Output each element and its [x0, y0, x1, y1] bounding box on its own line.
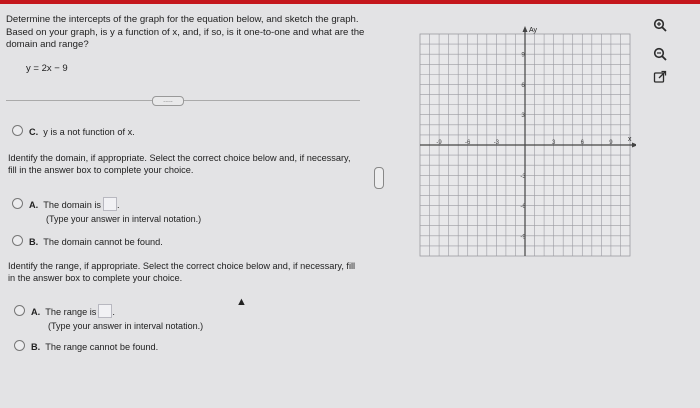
choice-c-letter: C.	[29, 127, 39, 137]
zoom-in-icon[interactable]	[653, 18, 667, 32]
range-option-b[interactable]: B. The range cannot be found.	[14, 340, 158, 352]
range-answer-box[interactable]	[98, 304, 113, 318]
range-hint: (Type your answer in interval notation.)	[48, 321, 204, 331]
domain-instruction: Identify the domain, if appropriate. Sel…	[8, 153, 351, 175]
domain-answer-box[interactable]	[103, 197, 118, 211]
y-tick-label: -9	[520, 234, 526, 240]
range-b-letter: B.	[31, 342, 41, 352]
panel-resize-handle[interactable]	[374, 167, 384, 189]
mouse-cursor-icon: ▲	[236, 296, 247, 308]
domain-option-a[interactable]: A. The domain is.	[12, 197, 120, 211]
domain-b-letter: B.	[29, 237, 39, 247]
x-axis-label: x	[628, 136, 632, 143]
y-tick-label: -6	[520, 204, 526, 210]
range-a-text: The range is	[45, 307, 97, 317]
question-text: Determine the intercepts of the graph fo…	[6, 14, 365, 50]
expand-button[interactable]: .....	[152, 96, 184, 106]
domain-hint: (Type your answer in interval notation.)	[46, 214, 202, 224]
domain-a-letter: A.	[29, 200, 39, 210]
radio-range-b[interactable]	[14, 340, 25, 351]
question-page: Determine the intercepts of the graph fo…	[0, 4, 700, 408]
external-link-icon[interactable]	[653, 70, 667, 84]
question-panel: Determine the intercepts of the graph fo…	[6, 14, 366, 52]
domain-b-text: The domain cannot be found.	[43, 237, 163, 247]
domain-a-text: The domain is	[43, 200, 102, 210]
choice-c[interactable]: C. y is a not function of x.	[12, 125, 135, 137]
x-tick-label: -3	[494, 140, 500, 146]
coordinate-grid[interactable]: Ayx963-3-6-9-9 -6 -3 3 6 9	[414, 26, 636, 262]
radio-c[interactable]	[12, 125, 23, 136]
choice-c-text: y is a not function of x.	[43, 127, 135, 137]
range-instruction: Identify the range, if appropriate. Sele…	[8, 261, 356, 283]
x-tick-label: -6	[465, 140, 471, 146]
range-b-text: The range cannot be found.	[45, 342, 159, 352]
x-tick-label: -9	[436, 140, 442, 146]
radio-domain-a[interactable]	[12, 198, 23, 209]
range-option-a[interactable]: A. The range is.	[14, 304, 115, 318]
zoom-out-icon[interactable]	[653, 47, 667, 61]
y-axis-label: Ay	[529, 27, 538, 34]
range-a-letter: A.	[31, 307, 41, 317]
y-tick-label: -3	[520, 174, 526, 180]
radio-domain-b[interactable]	[12, 235, 23, 246]
equation: y = 2x − 9	[26, 63, 68, 74]
domain-option-b[interactable]: B. The domain cannot be found.	[12, 235, 163, 247]
radio-range-a[interactable]	[14, 305, 25, 316]
